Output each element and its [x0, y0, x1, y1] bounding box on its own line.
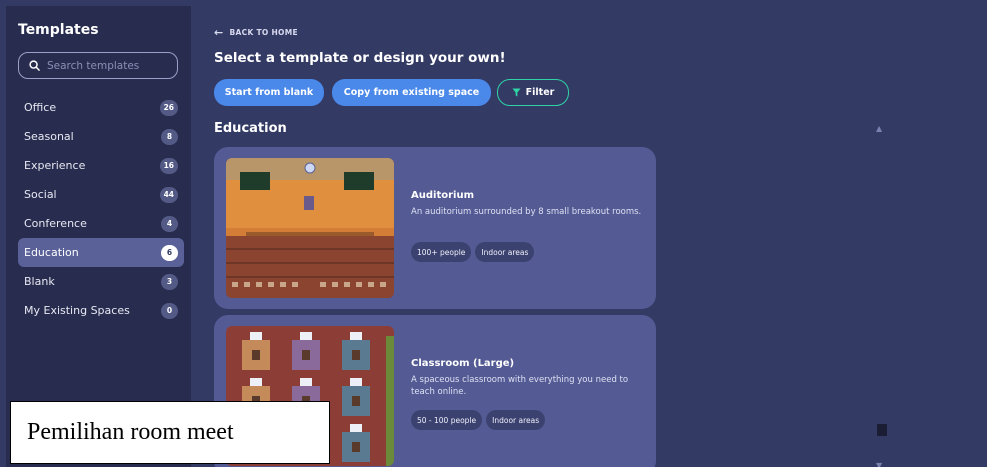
filter-label: Filter: [525, 87, 555, 98]
count-badge: 8: [161, 128, 178, 145]
section-title: Education: [214, 121, 287, 136]
sidebar-item-label: Office: [24, 101, 57, 114]
sidebar-item-office[interactable]: Office 26: [18, 93, 184, 122]
start-from-blank-button[interactable]: Start from blank: [214, 79, 324, 106]
scroll-down-arrow-icon[interactable]: ▼: [876, 461, 882, 467]
sidebar-item-conference[interactable]: Conference 4: [18, 209, 184, 238]
sidebar-item-label: Seasonal: [24, 130, 74, 143]
count-badge: 4: [161, 215, 178, 232]
search-icon: [29, 60, 40, 71]
sidebar-nav: Office 26 Seasonal 8 Experience 16 Socia…: [18, 93, 184, 325]
sidebar-item-social[interactable]: Social 44: [18, 180, 184, 209]
sidebar-item-label: Social: [24, 188, 57, 201]
count-badge: 26: [159, 99, 178, 116]
count-badge: 44: [159, 186, 178, 203]
search-box[interactable]: [18, 52, 178, 79]
sidebar-item-experience[interactable]: Experience 16: [18, 151, 184, 180]
tag-capacity: 100+ people: [411, 242, 472, 262]
card-description: An auditorium surrounded by 8 small brea…: [411, 207, 642, 217]
tag-area: Indoor areas: [486, 410, 546, 430]
sidebar-title: Templates: [18, 22, 99, 38]
scrollbar-thumb[interactable]: [877, 424, 887, 436]
sidebar-item-my-existing-spaces[interactable]: My Existing Spaces 0: [18, 296, 184, 325]
card-tags: 50 - 100 people Indoor areas: [411, 410, 546, 430]
template-thumbnail: [226, 158, 394, 298]
card-tags: 100+ people Indoor areas: [411, 242, 535, 262]
back-to-home-link[interactable]: ← BACK TO HOME: [214, 26, 298, 39]
card-title: Classroom (Large): [411, 358, 515, 369]
count-badge: 6: [161, 244, 178, 261]
template-card-auditorium[interactable]: Auditorium An auditorium surrounded by 8…: [214, 147, 656, 309]
sidebar-item-blank[interactable]: Blank 3: [18, 267, 184, 296]
scroll-up-arrow-icon[interactable]: ▲: [876, 124, 882, 133]
caption-label: Pemilihan room meet: [10, 401, 330, 464]
sidebar-item-label: Experience: [24, 159, 86, 172]
card-title: Auditorium: [411, 190, 474, 201]
sidebar-item-label: My Existing Spaces: [24, 304, 130, 317]
tag-capacity: 50 - 100 people: [411, 410, 483, 430]
count-badge: 16: [159, 157, 178, 174]
copy-existing-space-button[interactable]: Copy from existing space: [332, 79, 491, 106]
sidebar-item-label: Blank: [24, 275, 55, 288]
sidebar-item-education[interactable]: Education 6: [18, 238, 184, 267]
sidebar: Templates Office 26 Seasonal 8 Experienc…: [6, 6, 191, 467]
sidebar-item-seasonal[interactable]: Seasonal 8: [18, 122, 184, 151]
count-badge: 0: [161, 302, 178, 319]
filter-button[interactable]: Filter: [497, 79, 569, 106]
search-input[interactable]: [47, 59, 167, 72]
count-badge: 3: [161, 273, 178, 290]
filter-icon: [512, 88, 521, 97]
page-title: Select a template or design your own!: [214, 50, 506, 66]
sidebar-item-label: Education: [24, 246, 79, 259]
arrow-left-icon: ←: [214, 26, 224, 39]
card-description: A spaceous classroom with everything you…: [411, 375, 629, 397]
tag-area: Indoor areas: [475, 242, 535, 262]
sidebar-item-label: Conference: [24, 217, 87, 230]
back-link-label: BACK TO HOME: [229, 28, 298, 37]
